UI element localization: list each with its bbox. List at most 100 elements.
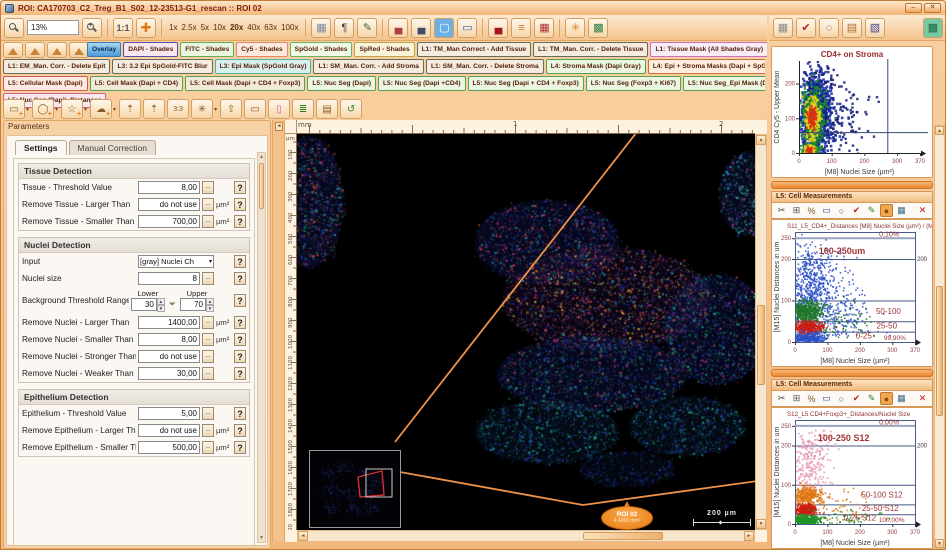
image-annotate-button[interactable] (25, 42, 45, 58)
edit-roi-icon[interactable]: ✎ (357, 18, 377, 38)
grid-select-icon[interactable]: ▦ (311, 18, 331, 38)
image-view-button[interactable] (3, 42, 23, 58)
layer-tab[interactable]: FITC - Shades (180, 42, 234, 57)
dot-display-icon[interactable]: ● (880, 392, 893, 405)
layer-tab[interactable]: L1: SM_Man. Corr. - Delete Stroma (426, 59, 544, 74)
table-red-icon[interactable]: ▦ (534, 18, 554, 38)
settings-gear-icon[interactable]: ✳ (565, 18, 585, 38)
parameter-value-input[interactable] (138, 316, 200, 329)
map-green-icon[interactable]: ▩ (588, 18, 608, 38)
gate-ellipse-icon[interactable]: ○ (835, 392, 848, 405)
draw-rectangle-tool-dropdown[interactable]: ▾ (26, 106, 29, 113)
help-button[interactable]: ? (234, 367, 246, 380)
parameter-value-input[interactable] (138, 441, 200, 454)
panel-splitter[interactable]: ◄ (272, 120, 285, 542)
cd4-stroma-plot[interactable] (772, 47, 932, 177)
percent-icon[interactable]: % (805, 204, 818, 217)
pin-outline-tool[interactable]: ⇡ (143, 99, 165, 119)
histogram-icon[interactable]: ▄ (388, 18, 408, 38)
histogram-copy-icon[interactable]: ▄ (411, 18, 431, 38)
draw-rectangle-tool[interactable]: ▭+ (3, 99, 25, 119)
help-button[interactable]: ? (234, 198, 246, 211)
layer-tab[interactable]: DAPI - Shades (123, 42, 178, 57)
undo-tool[interactable]: ↺ (340, 99, 362, 119)
close-panel-icon[interactable]: ✕ (916, 392, 929, 405)
zoom-level-input[interactable] (27, 20, 79, 35)
percent-icon[interactable]: % (805, 392, 818, 405)
arrow-up-tool[interactable]: ⇧ (220, 99, 242, 119)
upper-threshold-input[interactable] (180, 298, 206, 311)
more-options-button[interactable]: ... (202, 424, 214, 437)
layer-tab[interactable]: L1: SM_Man. Corr. - Add Stroma (313, 59, 424, 74)
grid-dots-icon[interactable]: ▦ (773, 18, 793, 38)
layer-tab[interactable]: SpRed - Shades (354, 42, 414, 57)
draw-ellipse-tool[interactable]: ◯+ (32, 99, 54, 119)
zoom-preset-40x[interactable]: 40x (247, 23, 260, 32)
gate-check-icon[interactable]: ✔ (850, 392, 863, 405)
layer-tab[interactable]: L1: TM_Man Correct - Add Tissue (417, 42, 531, 57)
layer-tab[interactable]: L3: 3.2 Epi SpGold-FITC Blur (112, 59, 212, 74)
zoom-preset-20x[interactable]: 20x (230, 23, 243, 32)
gate-ellipse-icon[interactable]: ○ (835, 204, 848, 217)
draw-star-tool-dropdown[interactable]: ▾ (84, 106, 87, 113)
crop-icon[interactable]: ▢ (434, 18, 454, 38)
annotate-icon[interactable]: ✎ (865, 204, 878, 217)
help-button[interactable]: ? (234, 316, 246, 329)
slider-magenta-tool[interactable]: ▯ (268, 99, 290, 119)
layer-tab[interactable]: SpGold - Shades (290, 42, 353, 57)
gate-config-icon[interactable]: ⊞ (790, 204, 803, 217)
layer-tab[interactable]: L4: Epi + Stroma Masks (Dapi + SpGold Co… (648, 59, 765, 74)
more-options-button[interactable]: ... (202, 316, 214, 329)
parameter-value-input[interactable] (138, 333, 200, 346)
layer-tab[interactable]: L4: Stroma Mask (Dapi Gray) (546, 59, 646, 74)
layer-tab[interactable]: Cy5 - Shades (236, 42, 287, 57)
tab-manual-correction[interactable]: Manual Correction (69, 140, 156, 155)
help-button[interactable]: ? (234, 424, 246, 437)
speed-tool[interactable]: ▤ (316, 99, 338, 119)
verify-check-icon[interactable]: ✔ (796, 18, 816, 38)
map-thumbnail-icon[interactable]: ▩ (923, 18, 943, 38)
parameter-value-input[interactable] (138, 198, 200, 211)
layer-tab[interactable]: L5: Nuc Seg_Epi Mask (Dapi + CD4 + Foxp3… (683, 76, 765, 91)
more-options-button[interactable]: ... (202, 441, 214, 454)
pin-tool[interactable]: ⇡ (119, 99, 141, 119)
histogram-red-icon[interactable]: ▄ (488, 18, 508, 38)
flower-select-tool-dropdown[interactable]: ▾ (214, 106, 217, 113)
help-button[interactable]: ? (234, 441, 246, 454)
zoom-in-button[interactable]: + (82, 18, 102, 38)
flower-select-tool[interactable]: ✳ (191, 99, 213, 119)
image-export-button[interactable] (47, 42, 67, 58)
help-button[interactable]: ? (234, 350, 246, 363)
annotate-icon[interactable]: ✎ (865, 392, 878, 405)
dot-display-icon[interactable]: ● (880, 204, 893, 217)
viewer-vertical-scrollbar[interactable]: ▲ ▼ (755, 134, 767, 530)
layer-tab[interactable]: L5: Cell Mask (Dapi + CD4 + Foxp3) (185, 76, 305, 91)
layer-tab[interactable]: L5: Nuc Seg (Foxp3 + Ki67) (586, 76, 681, 91)
list-icon[interactable]: ≡ (511, 18, 531, 38)
parameters-scrollbar[interactable]: ▲ ▼ (257, 152, 266, 543)
rect-plain-tool[interactable]: ▭ (244, 99, 266, 119)
collapse-panel-button[interactable]: ◄ (275, 122, 283, 131)
layer-tab[interactable]: L1: EM_Man. Corr. - Delete Epit (3, 59, 110, 74)
draw-ellipse-tool-dropdown[interactable]: ▾ (55, 106, 58, 113)
ruler-icon[interactable]: ▭ (457, 18, 477, 38)
more-options-button[interactable]: ... (202, 333, 214, 346)
cd4-foxp3-distances-plot[interactable] (772, 408, 932, 548)
parameter-value-input[interactable] (138, 367, 200, 380)
measurements-scrollbar[interactable]: ▲ ▼ (934, 125, 945, 549)
more-options-button[interactable]: ... (202, 367, 214, 380)
gate-rect-icon[interactable]: ▭ (820, 392, 833, 405)
table-view-icon[interactable]: ▦ (895, 392, 908, 405)
minimize-button[interactable]: – (905, 3, 922, 13)
overview-minimap[interactable] (309, 450, 401, 528)
layer-tab[interactable]: L5: Nuc Seg (Dapi) (307, 76, 376, 91)
image-new-button[interactable] (69, 42, 89, 58)
chart-search-icon[interactable]: ▧ (865, 18, 885, 38)
parameter-value-input[interactable] (138, 181, 200, 194)
zoom-preset-5x[interactable]: 5x (201, 23, 209, 32)
more-options-button[interactable]: ... (202, 272, 214, 285)
panel-separator-2[interactable] (771, 369, 933, 377)
help-button[interactable]: ? (234, 333, 246, 346)
parameter-value-input[interactable] (138, 215, 200, 228)
parameter-value-input[interactable] (138, 272, 200, 285)
